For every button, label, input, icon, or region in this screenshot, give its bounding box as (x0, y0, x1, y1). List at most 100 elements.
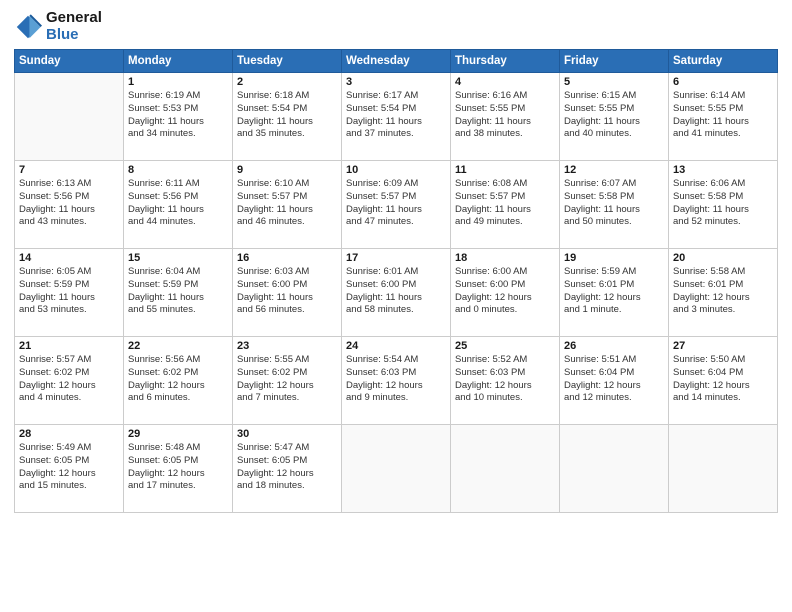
calendar-cell: 16 Sunrise: 6:03 AM Sunset: 6:00 PM Dayli… (233, 249, 342, 337)
day-number: 8 (128, 164, 228, 176)
day-info: Sunrise: 5:52 AM Sunset: 6:03 PM Dayligh… (455, 354, 555, 405)
day-number: 5 (564, 76, 664, 88)
day-number: 15 (128, 252, 228, 264)
calendar-cell: 25 Sunrise: 5:52 AM Sunset: 6:03 PM Dayli… (451, 337, 560, 425)
calendar-cell: 17Sunrise: 6:01 AM Sunset: 6:00 PM Dayli… (342, 249, 451, 337)
col-header-monday: Monday (124, 50, 233, 73)
calendar-cell: 10Sunrise: 6:09 AM Sunset: 5:57 PM Dayli… (342, 161, 451, 249)
day-number: 18 (455, 252, 555, 264)
day-number: 17 (346, 252, 446, 264)
day-info: Sunrise: 6:07 AM Sunset: 5:58 PM Dayligh… (564, 178, 664, 229)
calendar-cell: 15 Sunrise: 6:04 AM Sunset: 5:59 PM Dayli… (124, 249, 233, 337)
calendar-cell (669, 425, 778, 513)
day-info: Sunrise: 6:13 AM Sunset: 5:56 PM Dayligh… (19, 178, 119, 229)
calendar-cell: 12 Sunrise: 6:07 AM Sunset: 5:58 PM Dayli… (560, 161, 669, 249)
calendar-cell: 28 Sunrise: 5:49 AM Sunset: 6:05 PM Dayli… (15, 425, 124, 513)
calendar-cell (560, 425, 669, 513)
calendar-cell: 6Sunrise: 6:14 AM Sunset: 5:55 PM Daylig… (669, 73, 778, 161)
calendar-cell: 11 Sunrise: 6:08 AM Sunset: 5:57 PM Dayli… (451, 161, 560, 249)
calendar-cell: 2Sunrise: 6:18 AM Sunset: 5:54 PM Daylig… (233, 73, 342, 161)
day-info: Sunrise: 6:11 AM Sunset: 5:56 PM Dayligh… (128, 178, 228, 229)
day-info: Sunrise: 6:16 AM Sunset: 5:55 PM Dayligh… (455, 90, 555, 141)
header: General Blue (14, 10, 778, 43)
logo-icon (14, 13, 42, 41)
day-number: 20 (673, 252, 773, 264)
day-info: Sunrise: 6:09 AM Sunset: 5:57 PM Dayligh… (346, 178, 446, 229)
week-row-2: 14 Sunrise: 6:05 AM Sunset: 5:59 PM Dayli… (15, 249, 778, 337)
day-number: 9 (237, 164, 337, 176)
week-row-4: 28 Sunrise: 5:49 AM Sunset: 6:05 PM Dayli… (15, 425, 778, 513)
col-header-saturday: Saturday (669, 50, 778, 73)
day-number: 3 (346, 76, 446, 88)
day-info: Sunrise: 6:04 AM Sunset: 5:59 PM Dayligh… (128, 266, 228, 317)
calendar-cell: 21 Sunrise: 5:57 AM Sunset: 6:02 PM Dayli… (15, 337, 124, 425)
calendar-header-row: SundayMondayTuesdayWednesdayThursdayFrid… (15, 50, 778, 73)
day-number: 27 (673, 340, 773, 352)
day-info: Sunrise: 5:47 AM Sunset: 6:05 PM Dayligh… (237, 442, 337, 493)
calendar-cell: 23 Sunrise: 5:55 AM Sunset: 6:02 PM Dayli… (233, 337, 342, 425)
day-info: Sunrise: 5:56 AM Sunset: 6:02 PM Dayligh… (128, 354, 228, 405)
calendar-cell: 8 Sunrise: 6:11 AM Sunset: 5:56 PM Daylig… (124, 161, 233, 249)
col-header-thursday: Thursday (451, 50, 560, 73)
col-header-tuesday: Tuesday (233, 50, 342, 73)
day-info: Sunrise: 6:06 AM Sunset: 5:58 PM Dayligh… (673, 178, 773, 229)
logo-text: General Blue (46, 10, 102, 43)
day-info: Sunrise: 5:49 AM Sunset: 6:05 PM Dayligh… (19, 442, 119, 493)
calendar-cell (342, 425, 451, 513)
day-number: 13 (673, 164, 773, 176)
day-info: Sunrise: 6:15 AM Sunset: 5:55 PM Dayligh… (564, 90, 664, 141)
day-number: 11 (455, 164, 555, 176)
day-number: 26 (564, 340, 664, 352)
calendar-cell: 7 Sunrise: 6:13 AM Sunset: 5:56 PM Daylig… (15, 161, 124, 249)
day-number: 29 (128, 428, 228, 440)
day-info: Sunrise: 5:51 AM Sunset: 6:04 PM Dayligh… (564, 354, 664, 405)
day-number: 25 (455, 340, 555, 352)
calendar-cell: 22 Sunrise: 5:56 AM Sunset: 6:02 PM Dayli… (124, 337, 233, 425)
day-info: Sunrise: 5:55 AM Sunset: 6:02 PM Dayligh… (237, 354, 337, 405)
col-header-sunday: Sunday (15, 50, 124, 73)
day-info: Sunrise: 6:00 AM Sunset: 6:00 PM Dayligh… (455, 266, 555, 317)
day-info: Sunrise: 6:05 AM Sunset: 5:59 PM Dayligh… (19, 266, 119, 317)
day-number: 16 (237, 252, 337, 264)
calendar-cell: 24Sunrise: 5:54 AM Sunset: 6:03 PM Dayli… (342, 337, 451, 425)
day-number: 14 (19, 252, 119, 264)
day-number: 12 (564, 164, 664, 176)
day-info: Sunrise: 6:08 AM Sunset: 5:57 PM Dayligh… (455, 178, 555, 229)
day-info: Sunrise: 5:58 AM Sunset: 6:01 PM Dayligh… (673, 266, 773, 317)
day-info: Sunrise: 6:14 AM Sunset: 5:55 PM Dayligh… (673, 90, 773, 141)
calendar-cell: 14 Sunrise: 6:05 AM Sunset: 5:59 PM Dayli… (15, 249, 124, 337)
calendar-cell: 19 Sunrise: 5:59 AM Sunset: 6:01 PM Dayli… (560, 249, 669, 337)
day-info: Sunrise: 6:03 AM Sunset: 6:00 PM Dayligh… (237, 266, 337, 317)
day-info: Sunrise: 5:50 AM Sunset: 6:04 PM Dayligh… (673, 354, 773, 405)
page: General Blue SundayMondayTuesdayWednesda… (0, 0, 792, 612)
calendar-cell: 26 Sunrise: 5:51 AM Sunset: 6:04 PM Dayli… (560, 337, 669, 425)
calendar-cell: 1Sunrise: 6:19 AM Sunset: 5:53 PM Daylig… (124, 73, 233, 161)
day-number: 22 (128, 340, 228, 352)
day-number: 7 (19, 164, 119, 176)
calendar-cell: 29 Sunrise: 5:48 AM Sunset: 6:05 PM Dayli… (124, 425, 233, 513)
calendar-cell: 27 Sunrise: 5:50 AM Sunset: 6:04 PM Dayli… (669, 337, 778, 425)
calendar-cell (15, 73, 124, 161)
calendar-cell: 4Sunrise: 6:16 AM Sunset: 5:55 PM Daylig… (451, 73, 560, 161)
week-row-0: 1Sunrise: 6:19 AM Sunset: 5:53 PM Daylig… (15, 73, 778, 161)
calendar-cell: 18 Sunrise: 6:00 AM Sunset: 6:00 PM Dayli… (451, 249, 560, 337)
calendar-cell: 9Sunrise: 6:10 AM Sunset: 5:57 PM Daylig… (233, 161, 342, 249)
calendar-cell: 13 Sunrise: 6:06 AM Sunset: 5:58 PM Dayli… (669, 161, 778, 249)
day-info: Sunrise: 5:48 AM Sunset: 6:05 PM Dayligh… (128, 442, 228, 493)
day-info: Sunrise: 5:54 AM Sunset: 6:03 PM Dayligh… (346, 354, 446, 405)
day-info: Sunrise: 5:57 AM Sunset: 6:02 PM Dayligh… (19, 354, 119, 405)
calendar-table: SundayMondayTuesdayWednesdayThursdayFrid… (14, 49, 778, 513)
day-number: 23 (237, 340, 337, 352)
week-row-1: 7 Sunrise: 6:13 AM Sunset: 5:56 PM Daylig… (15, 161, 778, 249)
day-info: Sunrise: 5:59 AM Sunset: 6:01 PM Dayligh… (564, 266, 664, 317)
day-number: 28 (19, 428, 119, 440)
day-number: 21 (19, 340, 119, 352)
week-row-3: 21 Sunrise: 5:57 AM Sunset: 6:02 PM Dayli… (15, 337, 778, 425)
calendar-cell: 30Sunrise: 5:47 AM Sunset: 6:05 PM Dayli… (233, 425, 342, 513)
calendar-cell: 20 Sunrise: 5:58 AM Sunset: 6:01 PM Dayli… (669, 249, 778, 337)
calendar-cell (451, 425, 560, 513)
day-number: 2 (237, 76, 337, 88)
day-number: 19 (564, 252, 664, 264)
col-header-friday: Friday (560, 50, 669, 73)
day-info: Sunrise: 6:17 AM Sunset: 5:54 PM Dayligh… (346, 90, 446, 141)
